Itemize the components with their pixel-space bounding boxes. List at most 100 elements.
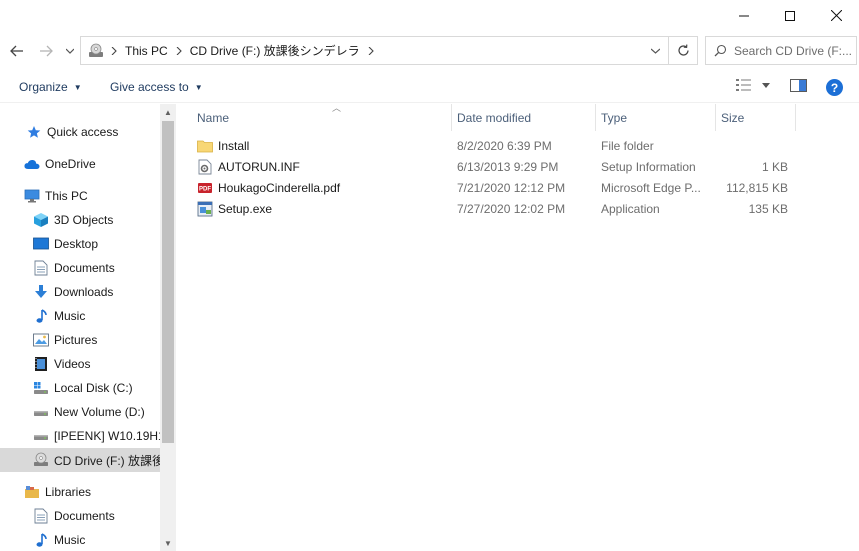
file-name[interactable]: AUTORUN.INF <box>197 156 447 177</box>
sidebar-item-label: 3D Objects <box>54 213 114 227</box>
sidebar-item-label: Libraries <box>45 485 92 499</box>
sidebar-item-onedrive[interactable]: OneDrive <box>0 152 160 176</box>
file-type: Application <box>601 201 660 216</box>
title-bar <box>0 0 859 31</box>
maximize-icon <box>785 10 795 21</box>
cd-drive-icon <box>85 37 107 64</box>
drive-icon <box>33 404 49 420</box>
column-name[interactable]: Name <box>192 104 452 131</box>
nav-scrollbar[interactable]: ▲ ▼ <box>160 104 176 551</box>
pdf-icon: PDF <box>197 180 213 196</box>
sidebar-item-documents[interactable]: Documents <box>0 256 160 280</box>
sidebar-item-label: Documents <box>54 509 115 523</box>
maximize-button[interactable] <box>767 0 813 31</box>
help-icon[interactable]: ? <box>826 79 843 96</box>
caret-down-icon: ▼ <box>194 82 203 92</box>
desktop-icon <box>33 236 49 252</box>
file-size: 1 KB <box>761 159 788 174</box>
breadcrumb-cd-drive[interactable]: CD Drive (F:) 放課後シンデレラ <box>186 42 364 59</box>
music-icon <box>33 532 49 548</box>
sidebar-item-ipeenk-w10-19h1[interactable]: [IPEENK] W10.19H1. <box>0 424 160 448</box>
file-type: Setup Information <box>601 159 696 174</box>
sidebar-item-label: OneDrive <box>45 157 96 171</box>
sidebar-item-downloads[interactable]: Downloads <box>0 280 160 304</box>
file-row[interactable]: AUTORUN.INF 6/13/2013 9:29 PM Setup Inform… <box>192 156 812 177</box>
file-name[interactable]: Install <box>197 135 447 156</box>
music-icon <box>33 308 49 324</box>
scroll-up-icon[interactable]: ▲ <box>160 104 176 120</box>
forward-button[interactable] <box>35 40 57 62</box>
address-history-button[interactable] <box>642 37 668 64</box>
file-date: 8/2/2020 6:39 PM <box>457 138 552 153</box>
sidebar-item-music[interactable]: Music <box>0 304 160 328</box>
setup-icon <box>197 201 213 217</box>
minimize-button[interactable] <box>721 0 767 31</box>
file-name-text: Install <box>218 138 250 153</box>
refresh-button[interactable] <box>669 36 698 65</box>
file-name-text: HoukagoCinderella.pdf <box>218 180 341 195</box>
sidebar-item-desktop[interactable]: Desktop <box>0 232 160 256</box>
caret-down-icon: ▼ <box>73 82 82 92</box>
minimize-icon <box>739 15 749 16</box>
sidebar-item-quick-access[interactable]: Quick access <box>0 120 160 144</box>
breadcrumb-separator-icon[interactable] <box>364 46 378 55</box>
file-name[interactable]: PDF HoukagoCinderella.pdf <box>197 177 447 198</box>
pictures-icon <box>33 332 49 348</box>
file-name[interactable]: Setup.exe <box>197 198 447 219</box>
sidebar-item-music[interactable]: Music <box>0 528 160 551</box>
sidebar-item-cd-drive-f[interactable]: CD Drive (F:) 放課後 <box>0 448 160 472</box>
sidebar-item-label: Desktop <box>54 237 99 251</box>
file-row[interactable]: PDF HoukagoCinderella.pdf 7/21/2020 12:12 … <box>192 177 812 198</box>
sidebar-item-3d-objects[interactable]: 3D Objects <box>0 208 160 232</box>
change-view-button[interactable] <box>736 78 770 92</box>
cube-icon <box>33 212 49 228</box>
breadcrumb-separator-icon[interactable] <box>172 46 186 55</box>
scrollbar-thumb[interactable] <box>162 121 174 443</box>
scroll-down-icon[interactable]: ▼ <box>160 535 176 551</box>
column-type[interactable]: Type <box>596 104 716 131</box>
sidebar-item-this-pc[interactable]: This PC <box>0 184 160 208</box>
sidebar-item-documents[interactable]: Documents <box>0 504 160 528</box>
search-box[interactable] <box>705 36 857 65</box>
close-button[interactable] <box>813 0 859 31</box>
settings-file-icon <box>197 159 213 175</box>
organize-button[interactable]: Organize ▼ <box>19 80 82 94</box>
video-icon <box>33 356 49 372</box>
search-input[interactable] <box>734 43 852 58</box>
sidebar-item-videos[interactable]: Videos <box>0 352 160 376</box>
back-button[interactable] <box>6 40 28 62</box>
column-size[interactable]: Size <box>716 104 796 131</box>
file-row[interactable]: Install 8/2/2020 6:39 PM File folder <box>192 135 812 156</box>
sidebar-item-label: New Volume (D:) <box>54 405 145 419</box>
file-row[interactable]: Setup.exe 7/27/2020 12:02 PM Application 13… <box>192 198 812 219</box>
download-icon <box>33 284 49 300</box>
back-arrow-icon <box>10 45 23 57</box>
give-access-button[interactable]: Give access to ▼ <box>110 80 203 94</box>
file-name-text: AUTORUN.INF <box>218 159 300 174</box>
sidebar-item-label: Local Disk (C:) <box>54 381 133 395</box>
address-bar[interactable]: This PC CD Drive (F:) 放課後シンデレラ <box>80 36 669 65</box>
column-date-modified[interactable]: Date modified <box>452 104 596 131</box>
breadcrumb-this-pc[interactable]: This PC <box>121 44 172 58</box>
sidebar-item-pictures[interactable]: Pictures <box>0 328 160 352</box>
sidebar-item-label: CD Drive (F:) 放課後 <box>54 453 160 468</box>
give-access-label: Give access to <box>110 80 189 94</box>
cd-drive-icon <box>33 452 49 468</box>
column-date-label: Date modified <box>457 110 532 125</box>
windows-drive-icon <box>33 380 49 396</box>
preview-pane-button[interactable] <box>790 78 808 97</box>
library-icon <box>24 484 40 500</box>
chevron-down-icon <box>650 48 660 54</box>
sidebar-item-new-volume-d[interactable]: New Volume (D:) <box>0 400 160 424</box>
computer-icon <box>24 188 40 204</box>
recent-locations-button[interactable] <box>63 40 77 62</box>
breadcrumb-separator-icon[interactable] <box>107 46 121 55</box>
file-type: File folder <box>601 138 654 153</box>
star-icon <box>26 124 42 140</box>
sidebar-item-libraries[interactable]: Libraries <box>0 480 160 504</box>
sidebar-item-label: Downloads <box>54 285 114 299</box>
file-date: 7/27/2020 12:02 PM <box>457 201 566 216</box>
column-size-label: Size <box>721 110 745 125</box>
details-view-icon <box>736 79 751 91</box>
sidebar-item-local-disk-c[interactable]: Local Disk (C:) <box>0 376 160 400</box>
